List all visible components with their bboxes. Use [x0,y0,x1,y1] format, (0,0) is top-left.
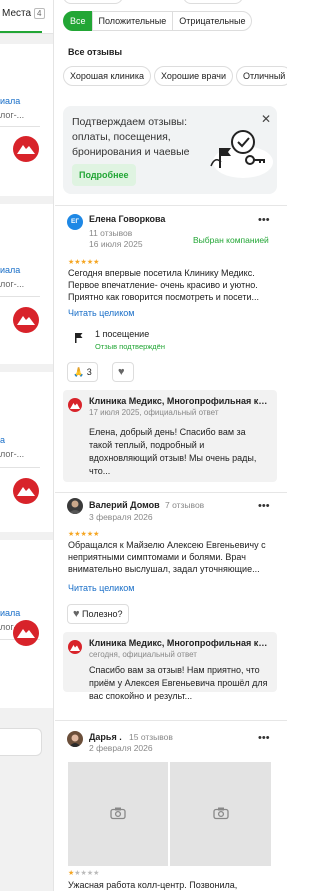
divider [55,492,287,493]
top-sort-chip[interactable] [63,0,123,4]
verification-illustration [205,122,275,186]
clinic-logo-icon [13,620,39,646]
review-date: 2 февраля 2026 [89,743,153,753]
review-author[interactable]: Дарья . [89,732,122,742]
tab-places[interactable]: Места 4 [2,8,45,19]
heart-icon: ♥ [73,608,80,620]
place-card-subtitle: лог-... [0,449,25,459]
promo-more-button[interactable]: Подробнее [72,164,136,186]
place-card-link[interactable]: а [0,435,5,445]
company-reply: Клиника Медикс, Многопрофильная клиника … [63,390,277,482]
left-search-field[interactable] [0,728,42,756]
tag-chip[interactable]: Хорошие врачи [153,66,233,86]
clinic-logo-icon [13,136,39,162]
rating-stars: ★★★★★ [68,531,100,538]
reaction-button[interactable]: 🙏 3 [67,362,98,382]
camera-icon [212,807,229,822]
reply-text: Елена, добрый день! Спасибо вам за такой… [89,427,257,476]
tab-places-count: 4 [34,8,45,19]
place-card[interactable]: иала лог-... [0,44,53,196]
review-author-count: 15 отзывов [129,732,173,742]
avatar[interactable] [67,498,83,514]
read-more-link[interactable]: Читать целиком [68,583,134,593]
place-card-divider [0,467,40,468]
tag-chip[interactable]: Отличный [235,66,287,86]
camera-icon [110,807,126,822]
review-date: 16 июля 2025 [89,239,143,249]
place-card[interactable]: иала лог-... [0,540,53,708]
useful-label: Полезно? [82,609,123,619]
filter-positive[interactable]: Положительные [91,11,174,31]
top-sort-chip[interactable] [183,0,243,4]
place-card-link[interactable]: иала [0,265,20,275]
place-card-subtitle: лог-... [0,110,25,120]
more-options-icon[interactable]: ••• [258,732,270,744]
visit-confirmed: Отзыв подтверждён [95,342,165,351]
clinic-logo-icon [68,640,82,654]
rating-stars: ★★★★★ [68,870,100,877]
like-button[interactable]: ♥ [112,362,134,382]
company-reply: Клиника Медикс, Многопрофильная клиника … [63,632,277,701]
reply-meta: сегодня, официальный ответ [89,650,197,659]
clinic-logo-icon [68,398,82,412]
divider [55,205,287,206]
reply-company[interactable]: Клиника Медикс, Многопрофильная клиника [89,638,271,648]
filter-all[interactable]: Все [63,11,93,31]
review-author[interactable]: Валерий Домов [89,500,160,510]
reply-meta: 17 июля 2025, официальный ответ [89,408,219,417]
read-more-link[interactable]: Читать целиком [68,308,134,318]
clinic-logo-icon [13,478,39,504]
review-text: Обращался к Майзелю Алексею Евгеньевичу … [68,540,266,574]
more-options-icon[interactable]: ••• [258,500,270,512]
promo-text: Подтверждаем отзывы: оплаты, посещения, … [72,116,190,158]
places-tabs: Места 4 [0,0,53,34]
useful-button[interactable]: ♥ Полезно? [67,604,129,624]
reply-text: Спасибо вам за отзыв! Нам приятно, что п… [89,665,268,701]
place-card-subtitle: лог-... [0,279,25,289]
all-reviews-heading: Все отзывы [68,47,123,57]
pray-icon: 🙏 [73,367,85,377]
review-author-count: 7 отзывов [165,500,205,510]
more-options-icon[interactable]: ••• [258,214,270,226]
review-text: Сегодня впервые посетила Клинику Медикс.… [68,268,260,302]
places-panel: Места 4 иала лог-... иала лог-... а лог-.… [0,0,54,891]
place-card[interactable]: а лог-... [0,372,53,532]
tab-active-indicator [0,31,42,33]
tag-chip[interactable]: Хорошая клиника [63,66,151,86]
visit-flag-icon [74,333,83,345]
place-card[interactable]: иала лог-... [0,204,53,364]
heart-icon: ♥ [118,366,125,378]
review-text: Ужасная работа колл-центр. Позвонила, [68,880,238,890]
avatar[interactable] [67,731,83,747]
chosen-by-company-badge: Выбран компанией [193,235,269,245]
clinic-logo-icon [13,307,39,333]
tab-places-label: Места [2,8,32,19]
verification-promo: Подтверждаем отзывы: оплаты, посещения, … [63,106,277,194]
place-card-link[interactable]: иала [0,96,20,106]
reviews-panel: Все Положительные Отрицательные Все отзывы… [55,0,287,891]
review-tags: Хорошая клиника Хорошие врачи Отличный [63,66,287,86]
place-card-divider [0,126,40,127]
avatar[interactable]: ЕГ [67,214,83,230]
divider [55,720,287,721]
place-card-link[interactable]: иала [0,608,20,618]
review-author[interactable]: Елена Говоркова [89,214,165,224]
place-card-divider [0,296,40,297]
review-author-count: 11 отзывов [89,228,133,238]
review-photo[interactable] [170,762,271,866]
visit-count: 1 посещение [95,329,150,339]
reply-company[interactable]: Клиника Медикс, Многопрофильная клиника [89,396,271,406]
review-date: 3 февраля 2026 [89,512,153,522]
reaction-count: 3 [86,367,92,377]
filter-negative[interactable]: Отрицательные [172,11,253,31]
rating-filter: Все Положительные Отрицательные [63,11,253,31]
rating-stars: ★★★★★ [68,259,100,266]
review-photo[interactable] [68,762,168,866]
